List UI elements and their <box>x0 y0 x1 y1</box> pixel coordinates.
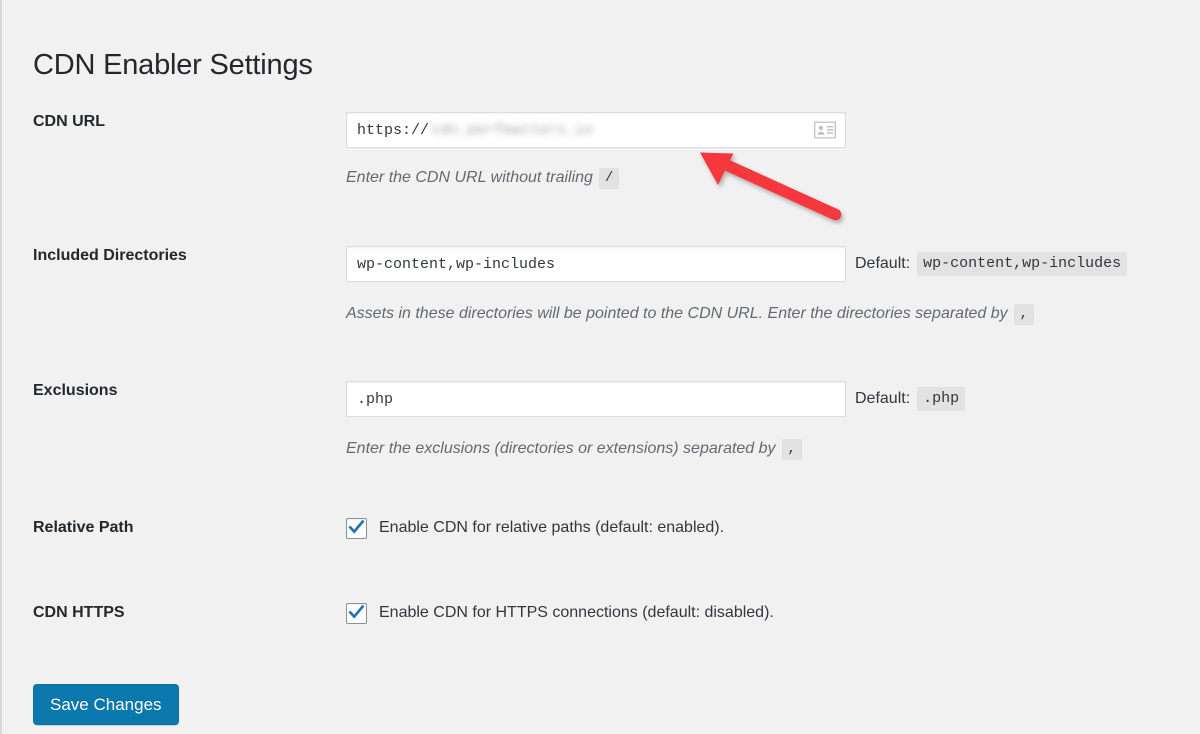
page-title: CDN Enabler Settings <box>33 49 313 82</box>
default-exclusions: Default: .php <box>855 381 966 417</box>
label-exclusions: Exclusions <box>33 382 118 399</box>
help-cdn-url-text: Enter the CDN URL without trailing <box>346 169 593 187</box>
relative-path-checkbox[interactable] <box>346 518 367 539</box>
help-cdn-url-code: / <box>598 168 620 189</box>
cdn-url-redacted-value: cdn.perfmatters.io <box>431 121 594 139</box>
help-exclusions: Enter the exclusions (directories or ext… <box>346 439 802 460</box>
settings-page: CDN Enabler Settings CDN URL https:// cd… <box>0 0 1200 734</box>
default-label-included-directories: Default: <box>855 255 911 272</box>
cdn-url-scheme: https:// <box>357 121 431 139</box>
label-included-directories: Included Directories <box>33 247 187 264</box>
save-changes-button[interactable]: Save Changes <box>33 684 179 725</box>
field-included-directories: wp-content,wp-includes <box>346 246 846 282</box>
label-cdn-url: CDN URL <box>33 113 105 130</box>
annotation-arrow-icon <box>700 152 842 221</box>
default-value-included-directories: wp-content,wp-includes <box>917 252 1128 276</box>
included-directories-input[interactable]: wp-content,wp-includes <box>346 246 846 282</box>
field-cdn-url: https:// cdn.perfmatters.io <box>346 112 846 148</box>
default-label-exclusions: Default: <box>855 390 911 407</box>
field-exclusions: .php <box>346 381 846 417</box>
default-value-exclusions: .php <box>917 387 966 411</box>
label-cdn-https: CDN HTTPS <box>33 604 125 621</box>
cdn-https-checkbox[interactable] <box>346 603 367 624</box>
relative-path-checkbox-label: Enable CDN for relative paths (default: … <box>379 519 725 537</box>
cdn-https-checkbox-label: Enable CDN for HTTPS connections (defaul… <box>379 604 774 622</box>
cdn-url-input[interactable]: https:// cdn.perfmatters.io <box>346 112 846 148</box>
help-included-directories: Assets in these directories will be poin… <box>346 304 1035 325</box>
help-exclusions-text: Enter the exclusions (directories or ext… <box>346 440 776 458</box>
help-included-directories-code: , <box>1013 304 1035 325</box>
exclusions-input[interactable]: .php <box>346 381 846 417</box>
help-cdn-url: Enter the CDN URL without trailing / <box>346 168 620 189</box>
help-included-directories-text: Assets in these directories will be poin… <box>346 305 1008 323</box>
default-included-directories: Default: wp-content,wp-includes <box>855 246 1128 282</box>
field-relative-path[interactable]: Enable CDN for relative paths (default: … <box>346 518 724 539</box>
field-cdn-https[interactable]: Enable CDN for HTTPS connections (defaul… <box>346 603 774 624</box>
contact-card-icon[interactable] <box>813 121 837 139</box>
label-relative-path: Relative Path <box>33 519 134 536</box>
help-exclusions-code: , <box>781 439 802 460</box>
